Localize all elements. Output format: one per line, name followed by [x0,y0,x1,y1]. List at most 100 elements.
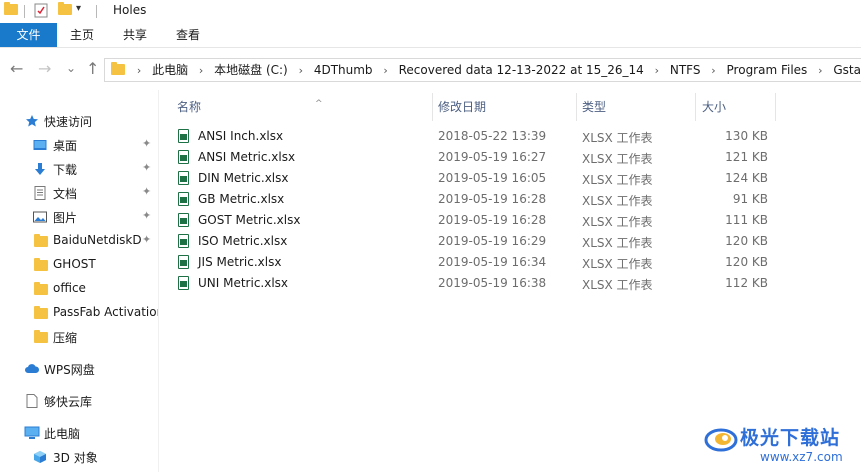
sidebar-quick-access[interactable]: 快速访问 [0,109,158,133]
forward-button[interactable]: → [38,61,51,77]
column-header-type[interactable]: 类型 [582,95,695,119]
breadcrumb-gstarsoft[interactable]: Gstarsoft [833,59,861,81]
folder-icon [34,306,48,322]
desktop-icon [33,140,47,150]
recent-locations-chevron-icon[interactable]: ⌄ [66,60,76,76]
pin-icon[interactable]: ✦ [142,233,151,246]
file-row[interactable]: GOST Metric.xlsx 2019-05-19 16:28 XLSX 工… [159,210,861,231]
column-separator[interactable] [775,93,776,121]
cube-icon [34,451,46,463]
pictures-icon [33,211,47,223]
sort-ascending-icon: ^ [315,99,323,109]
file-type: XLSX 工作表 [582,131,653,145]
pin-icon[interactable]: ✦ [142,209,151,222]
file-type: XLSX 工作表 [582,194,653,208]
sidebar-item-desktop[interactable]: 桌面 ✦ [0,133,158,157]
breadcrumb-chevron-icon[interactable]: › [383,60,387,81]
sidebar-item-label: WPS网盘 [44,363,95,377]
sidebar-3d-objects[interactable]: 3D 对象 [0,445,158,469]
file-modified: 2019-05-19 16:05 [438,171,547,185]
file-row[interactable]: DIN Metric.xlsx 2019-05-19 16:05 XLSX 工作… [159,168,861,189]
sidebar-item-label: 3D 对象 [53,451,98,465]
file-name: GOST Metric.xlsx [198,213,301,227]
sidebar-item-label: 够快云库 [44,395,93,409]
pin-icon[interactable]: ✦ [142,137,151,150]
breadcrumb-recovered-data[interactable]: Recovered data 12-13-2022 at 15_26_14 [399,59,644,81]
properties-icon[interactable] [34,3,48,21]
breadcrumb-4dthumb[interactable]: 4DThumb [314,59,373,81]
column-header-size[interactable]: 大小 [702,95,775,119]
sidebar-item-label: 文档 [53,187,78,201]
file-row[interactable]: JIS Metric.xlsx 2019-05-19 16:34 XLSX 工作… [159,252,861,273]
sidebar-this-pc[interactable]: 此电脑 [0,421,158,445]
sidebar-item-label: 压缩 [53,331,78,345]
sidebar-item-downloads[interactable]: 下载 ✦ [0,157,158,181]
excel-file-icon [178,276,189,290]
up-button[interactable]: ↑ [86,61,99,77]
customize-toolbar-chevron-icon[interactable]: ▾ [76,3,81,14]
toolbar-separator [96,5,97,18]
breadcrumb-program-files[interactable]: Program Files [727,59,808,81]
breadcrumb-local-disk[interactable]: 本地磁盘 (C:) [214,59,288,81]
file-modified: 2019-05-19 16:28 [438,213,547,227]
file-modified: 2019-05-19 16:28 [438,192,547,206]
file-row[interactable]: ANSI Metric.xlsx 2019-05-19 16:27 XLSX 工… [159,147,861,168]
address-bar[interactable]: › 此电脑 › 本地磁盘 (C:) › 4DThumb › Recovered … [104,58,861,82]
breadcrumb-chevron-icon[interactable]: › [299,60,303,81]
sidebar-gkyk[interactable]: 够快云库 [0,389,158,413]
column-separator[interactable] [576,93,577,121]
navigation-pane: 快速访问 桌面 ✦ 下载 ✦ 文档 ✦ 图片 ✦ BaiduNetdiskD ✦ [0,90,158,472]
sidebar-item-office[interactable]: office [0,277,158,301]
sidebar-item-label: office [53,281,86,295]
file-row[interactable]: ANSI Inch.xlsx 2018-05-22 13:39 XLSX 工作表… [159,126,861,147]
file-list: 名称 ^ 修改日期 类型 大小 ANSI Inch.xlsx 2018-05-2… [159,90,861,472]
sidebar-item-label: GHOST [53,257,96,271]
breadcrumb-chevron-icon[interactable]: › [137,60,141,81]
tab-view[interactable]: 查看 [163,23,213,47]
file-size: 111 KB [725,213,768,227]
breadcrumb-chevron-icon[interactable]: › [818,60,822,81]
column-separator[interactable] [695,93,696,121]
sidebar-item-label: 此电脑 [44,427,81,441]
breadcrumb-chevron-icon[interactable]: › [199,60,203,81]
tab-home[interactable]: 主页 [57,23,107,47]
column-separator[interactable] [432,93,433,121]
file-row[interactable]: GB Metric.xlsx 2019-05-19 16:28 XLSX 工作表… [159,189,861,210]
file-type: XLSX 工作表 [582,257,653,271]
toolbar-separator [24,5,25,18]
column-header-name[interactable]: 名称 ^ [177,95,432,119]
sidebar-item-ghost[interactable]: GHOST [0,253,158,277]
sidebar-item-baidunetdisk[interactable]: BaiduNetdiskD ✦ [0,229,158,253]
new-folder-icon[interactable] [58,2,72,15]
breadcrumb-ntfs[interactable]: NTFS [670,59,701,81]
breadcrumb-chevron-icon[interactable]: › [655,60,659,81]
breadcrumb-this-pc[interactable]: 此电脑 [152,59,188,81]
file-modified: 2019-05-19 16:29 [438,234,547,248]
file-name: JIS Metric.xlsx [198,255,282,269]
back-button[interactable]: ← [10,61,23,77]
window-title: Holes [113,3,147,17]
pin-icon[interactable]: ✦ [142,185,151,198]
tab-share[interactable]: 共享 [110,23,160,47]
sidebar-item-compress[interactable]: 压缩 [0,325,158,349]
folder-icon [34,234,48,250]
file-row[interactable]: ISO Metric.xlsx 2019-05-19 16:29 XLSX 工作… [159,231,861,252]
file-row[interactable]: UNI Metric.xlsx 2019-05-19 16:38 XLSX 工作… [159,273,861,294]
tab-file[interactable]: 文件 [0,23,57,47]
file-type: XLSX 工作表 [582,236,653,250]
file-name: GB Metric.xlsx [198,192,285,206]
sidebar-wps-cloud[interactable]: WPS网盘 [0,357,158,381]
watermark-brand: 极光下载站 [740,427,841,449]
pin-icon[interactable]: ✦ [142,161,151,174]
ribbon-tabs: 文件 主页 共享 查看 [0,23,861,48]
file-size: 120 KB [725,255,768,269]
sidebar-item-documents[interactable]: 文档 ✦ [0,181,158,205]
sidebar-item-label: 图片 [53,211,78,225]
file-size: 124 KB [725,171,768,185]
file-type: XLSX 工作表 [582,215,653,229]
sidebar-item-passfab[interactable]: PassFab Activation [0,301,158,325]
column-header-modified[interactable]: 修改日期 [438,95,576,119]
excel-file-icon [178,192,189,206]
sidebar-item-pictures[interactable]: 图片 ✦ [0,205,158,229]
breadcrumb-chevron-icon[interactable]: › [711,60,715,81]
